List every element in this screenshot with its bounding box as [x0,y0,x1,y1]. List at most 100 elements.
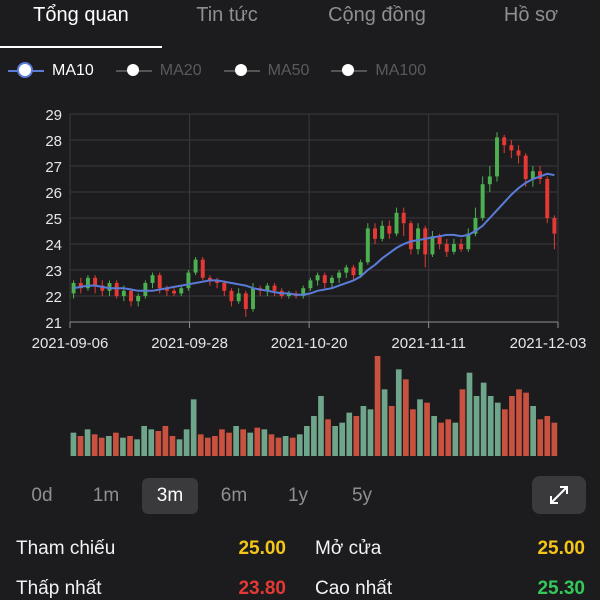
candle-body [157,275,162,289]
candle-body [121,290,126,296]
stat-high: Cao nhất 25.30 [315,578,585,600]
volume-bar [113,432,119,456]
volume-bar [169,436,176,456]
x-tick-label: 2021-11-11 [391,335,466,352]
volume-bar [176,439,183,456]
range-1m[interactable]: 1m [78,478,134,514]
volume-bar [431,416,437,456]
volume-bar [523,392,529,456]
volume-bar [183,429,190,456]
volume-bar [395,369,402,456]
volume-bar [212,436,218,456]
candle-body [387,225,392,234]
candle-body [380,225,385,239]
candle-body [129,290,133,302]
volume-bar [374,356,381,456]
candle-body [444,244,449,252]
volume-bar [77,436,84,456]
volume-bar [487,396,494,456]
volume-bar [105,436,112,456]
x-tick-label: 2021-09-28 [151,335,228,352]
candle-body [516,150,521,156]
candle-body [251,288,255,309]
volume-bar [247,432,254,456]
volume-bar [141,426,147,456]
candle-body [272,285,277,291]
expand-icon [550,486,568,504]
volume-bar [289,437,296,456]
candle-body [150,275,155,283]
volume-bar [360,406,367,456]
candle-body [502,137,507,146]
volume-bar [240,429,247,456]
range-6m[interactable]: 6m [206,478,262,514]
volume-bar [84,429,91,456]
candle-body [408,223,413,250]
x-tick-label: 2021-09-06 [32,335,109,352]
candle-body [229,290,234,302]
volume-bar [134,439,140,456]
range-0d[interactable]: 0d [14,478,70,514]
candle-body [337,272,342,278]
candle-body [552,218,557,234]
volume-bar [98,437,105,456]
volume-bar [530,406,536,456]
y-tick-label: 22 [45,289,62,306]
stat-reference: Tham chiếu 25.00 [16,538,286,560]
y-tick-label: 28 [45,133,62,150]
y-tick-label: 27 [45,159,62,176]
volume-bar [537,419,544,456]
volume-bar [544,416,551,456]
stat-low: Thấp nhất 23.80 [16,578,286,600]
volume-bar [346,412,353,456]
stat-open-label: Mở cửa [315,538,382,559]
volume-bar [509,396,515,456]
price-chart[interactable]: 21 22 23 24 25 26 27 28 29 2021-09-06 2021-09-28 20… [0,0,600,470]
volume-bar [494,402,501,456]
candle-body [523,155,528,179]
candle-body [243,293,248,309]
volume-bar [190,399,197,456]
expand-button[interactable] [532,476,586,514]
candle-body [365,228,370,263]
candle-body [358,262,363,276]
volume-bar [551,422,558,456]
volume-bar [459,389,466,456]
range-1y[interactable]: 1y [270,478,326,514]
candle-body [114,283,119,296]
volume-bar [204,437,211,456]
range-5y[interactable]: 5y [334,478,390,514]
volume-bar [473,396,480,456]
candle-body [322,275,327,283]
volume-bar [148,429,155,456]
y-tick-label: 26 [45,185,62,202]
volume-bar [353,416,360,456]
candle-body [222,283,227,291]
candle-body [545,179,550,218]
candle-body [107,283,112,291]
volume-bar [162,426,169,456]
candle-body [193,259,198,273]
volume-bar [410,409,416,456]
volume-bar [381,389,388,456]
volume-bar [275,437,282,456]
candle-body [236,293,241,302]
volume-bar [452,422,459,456]
stat-open: Mở cửa 25.00 [315,538,585,560]
y-tick-label: 24 [45,237,62,254]
range-selector: 0d 1m 3m 6m 1y 5y [14,478,390,514]
volume-bar [388,406,395,456]
volume-bar [516,389,522,456]
volume-bar [254,427,261,456]
range-3m[interactable]: 3m [142,478,198,514]
volume-bar [417,399,423,456]
volume-bar [70,432,77,456]
candle-body [200,259,205,278]
volume-bar [226,432,232,456]
volume-bar [261,429,268,456]
volume-bar [233,426,239,456]
volume-bar [339,422,346,456]
y-tick-label: 29 [45,107,62,124]
volume-bar [127,436,133,456]
candle-body [480,184,485,218]
